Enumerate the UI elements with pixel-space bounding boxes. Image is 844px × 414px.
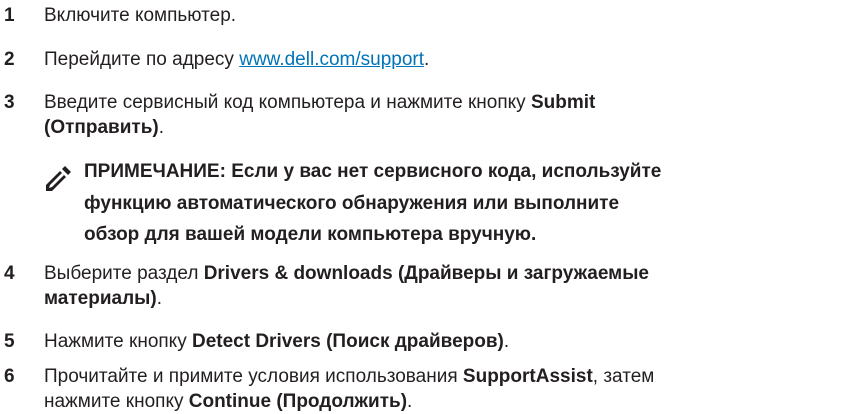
step-text: Прочитайте и примите условия использован… xyxy=(44,364,824,414)
step-number: 1 xyxy=(4,5,15,26)
step-number: 5 xyxy=(4,331,15,352)
step-number: 2 xyxy=(4,49,15,70)
note-line-1: ПРИМЕЧАНИЕ: Если у вас нет сервисного ко… xyxy=(84,161,662,182)
step-text-before: Перейдите по адресу xyxy=(44,49,240,70)
drivers-downloads-label: Drivers & downloads (Драйверы и загружае… xyxy=(203,263,649,284)
step-text: Выберите раздел Drivers & downloads (Дра… xyxy=(44,261,824,311)
step-plain-text: нажмите кнопку xyxy=(44,391,189,412)
note-line-3: обзор для вашей модели компьютера вручну… xyxy=(84,224,537,245)
step-number: 4 xyxy=(4,263,15,284)
step-text: Перейдите по адресу www.dell.com/support… xyxy=(44,47,824,72)
step-line-1: Введите сервисный код компьютера и нажми… xyxy=(44,92,595,113)
step-text-after: . xyxy=(156,288,163,309)
detect-drivers-label: Detect Drivers (Поиск драйверов) xyxy=(191,331,504,352)
step-text-after: . xyxy=(424,49,430,70)
step-line-2: (Отправить). xyxy=(44,117,164,138)
document-page: 1 Включите компьютер. 2 Перейдите по адр… xyxy=(0,0,844,414)
step-plain-text: Введите сервисный код компьютера и нажми… xyxy=(44,92,531,113)
step-text: Нажмите кнопку Detect Drivers (Поиск дра… xyxy=(44,329,824,354)
note-text: ПРИМЕЧАНИЕ: Если у вас нет сервисного ко… xyxy=(84,156,842,251)
step-number: 6 xyxy=(4,366,15,387)
step-text-after: . xyxy=(158,117,165,138)
support-link[interactable]: www.dell.com/support xyxy=(239,49,424,70)
note-line-2: функцию автоматического обнаружения или … xyxy=(84,192,620,214)
pencil-note-icon xyxy=(44,165,72,193)
continue-label: Continue (Продолжить) xyxy=(188,391,408,412)
step-text: Включите компьютер. xyxy=(44,5,237,26)
note-block: ПРИМЕЧАНИЕ: Если у вас нет сервисного ко… xyxy=(44,156,844,252)
step-text: Введите сервисный код компьютера и нажми… xyxy=(44,90,824,140)
submit-button-label: Submit xyxy=(530,92,596,113)
step-text-after: . xyxy=(407,391,413,412)
step-number: 3 xyxy=(4,92,15,113)
step-plain-text: Прочитайте и примите условия использован… xyxy=(44,366,463,387)
step-plain-text: Нажмите кнопку xyxy=(44,331,192,352)
supportassist-label: SupportAssist xyxy=(462,366,593,387)
step-plain-text: Выберите раздел xyxy=(44,263,204,284)
drivers-downloads-label-cont: материалы) xyxy=(44,288,157,309)
step-text-after: , затем xyxy=(592,366,655,387)
submit-button-label-translation: (Отправить) xyxy=(44,117,159,138)
step-text-after: . xyxy=(503,331,510,352)
